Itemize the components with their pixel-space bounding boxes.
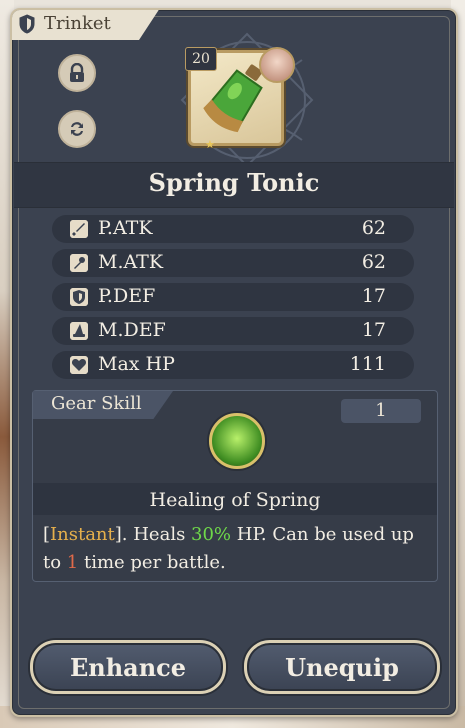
desc-count: 1 [66, 552, 79, 573]
item-portrait-frame[interactable]: 20 ★ [185, 47, 295, 151]
stat-label: Max HP [98, 353, 175, 375]
stat-row-patk: P.ATK 62 [52, 215, 414, 243]
desc-bracket: [ [43, 524, 51, 545]
lock-icon [70, 63, 84, 82]
item-name: Spring Tonic [148, 168, 320, 197]
stat-row-pdef: P.DEF 17 [52, 283, 414, 311]
heart-icon [70, 356, 88, 374]
stat-label: M.DEF [98, 319, 166, 341]
category-label: Trinket [44, 13, 111, 34]
swap-icon [71, 122, 83, 136]
lock-button[interactable] [58, 54, 96, 92]
stat-value: 111 [349, 353, 386, 375]
swap-button[interactable] [58, 110, 96, 148]
item-level-badge: 20 [185, 47, 217, 71]
equipped-character-avatar [259, 47, 295, 83]
sword-icon [70, 220, 88, 238]
trinket-category-icon [19, 14, 35, 34]
category-tab: Trinket [12, 10, 160, 40]
desc-text: time per battle. [78, 552, 226, 573]
wand-icon [70, 254, 88, 272]
desc-percent: 30% [191, 524, 232, 545]
gear-skill-tab-label: Gear Skill [51, 393, 142, 414]
desc-tag: Instant [50, 524, 115, 545]
gear-skill-tab: Gear Skill [33, 391, 173, 419]
stat-value: 62 [361, 251, 386, 273]
gear-skill-level: 1 [341, 399, 421, 423]
stat-value: 17 [361, 319, 386, 341]
gear-skill-description: [Instant]. Heals 30% HP. Can be used up … [43, 521, 433, 577]
rarity-star-icon: ★ [205, 138, 215, 151]
desc-text: ]. Heals [114, 524, 192, 545]
gear-skill-name: Healing of Spring [149, 489, 321, 511]
item-detail-panel: Trinket 20 ★ Spring Tonic P.ATK 62 M.ATK… [10, 8, 458, 717]
stat-row-matk: M.ATK 62 [52, 249, 414, 277]
stat-label: P.DEF [98, 285, 156, 307]
enhance-button[interactable]: Enhance [30, 640, 226, 694]
unequip-button[interactable]: Unequip [244, 640, 440, 694]
wizard-hat-icon [70, 322, 88, 340]
stat-label: M.ATK [98, 251, 164, 273]
stat-row-maxhp: Max HP 111 [52, 351, 414, 379]
stat-value: 62 [361, 217, 386, 239]
healing-skill-icon[interactable] [209, 413, 265, 469]
stat-label: P.ATK [98, 217, 153, 239]
stat-value: 17 [361, 285, 386, 307]
gear-skill-box: Gear Skill 1 Healing of Spring [Instant]… [32, 390, 438, 582]
shield-icon [70, 288, 88, 306]
stat-row-mdef: M.DEF 17 [52, 317, 414, 345]
